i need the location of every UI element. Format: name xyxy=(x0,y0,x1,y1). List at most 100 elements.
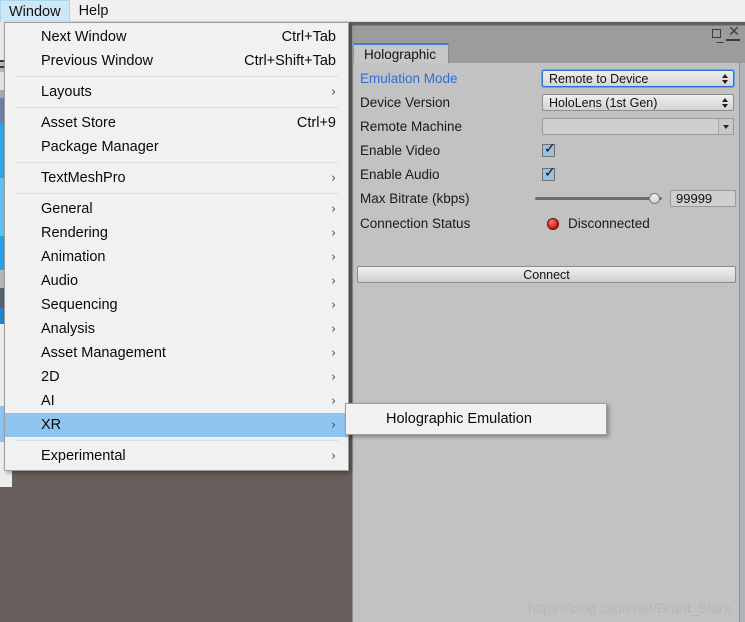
menu-item-label: Holographic Emulation xyxy=(386,411,532,427)
menu-separator xyxy=(15,76,338,77)
window-dropdown-menu: Next Window Ctrl+Tab Previous Window Ctrl+S… xyxy=(4,22,349,471)
menu-item-sequencing[interactable]: Sequencing › xyxy=(5,293,348,317)
menu-item-label: Asset Management xyxy=(41,345,166,361)
watermark: https://blog.csdn.net/Brant_Stark xyxy=(527,600,731,616)
inspector-body: Emulation Mode Remote to Device Device V… xyxy=(352,63,745,622)
check-icon: ✓ xyxy=(544,141,556,157)
menu-item-shortcut: Ctrl+Tab xyxy=(281,29,336,45)
input-remote-machine[interactable] xyxy=(542,118,734,135)
menu-item-experimental[interactable]: Experimental › xyxy=(5,444,348,468)
menu-item-label: Sequencing xyxy=(41,297,118,313)
submenu-item-holographic-emulation[interactable]: Holographic Emulation xyxy=(346,407,606,431)
label-enable-audio: Enable Audio xyxy=(360,167,440,182)
menu-item-next-window[interactable]: Next Window Ctrl+Tab xyxy=(5,25,348,49)
menu-item-label: Asset Store xyxy=(41,115,116,131)
menu-item-asset-store[interactable]: Asset Store Ctrl+9 xyxy=(5,111,348,135)
menu-item-label: Layouts xyxy=(41,84,92,100)
menu-separator xyxy=(15,440,338,441)
status-indicator-icon xyxy=(547,217,559,230)
window-titlebar: ✕ xyxy=(352,25,745,48)
updown-arrows-icon xyxy=(722,97,728,108)
tab-label: Holographic xyxy=(364,46,437,62)
menu-separator xyxy=(15,107,338,108)
label-connection-status: Connection Status xyxy=(360,216,471,231)
menubar-item-window[interactable]: Window xyxy=(0,0,70,22)
menu-item-label: Animation xyxy=(41,249,106,265)
menu-item-textmeshpro[interactable]: TextMeshPro › xyxy=(5,166,348,190)
row-max-bitrate: Max Bitrate (kbps) 99999 xyxy=(353,188,745,209)
menu-item-label: Package Manager xyxy=(41,139,159,155)
dropdown-device-version[interactable]: HoloLens (1st Gen) xyxy=(542,94,734,111)
input-max-bitrate[interactable]: 99999 xyxy=(670,190,736,207)
chevron-right-icon: › xyxy=(331,84,336,100)
close-icon[interactable]: ✕ xyxy=(728,25,740,39)
input-max-bitrate-value: 99999 xyxy=(676,191,713,206)
chevron-right-icon: › xyxy=(331,393,336,409)
screen-root: ✕ Holographic Emulation Mode Remote to D… xyxy=(0,0,745,622)
chevron-right-icon: › xyxy=(331,369,336,385)
row-connection-status: Connection Status Disconnected xyxy=(353,213,745,234)
chevron-right-icon: › xyxy=(331,297,336,313)
label-device-version: Device Version xyxy=(360,95,451,110)
menu-item-label: Experimental xyxy=(41,448,126,464)
menu-item-label: Next Window xyxy=(41,29,127,45)
menu-item-label: AI xyxy=(41,393,55,409)
dropdown-emulation-mode-value: Remote to Device xyxy=(549,71,649,86)
connect-button[interactable]: Connect xyxy=(357,266,736,283)
menu-item-animation[interactable]: Animation › xyxy=(5,245,348,269)
menu-item-audio[interactable]: Audio › xyxy=(5,269,348,293)
menu-item-shortcut: Ctrl+9 xyxy=(296,115,336,131)
menu-item-asset-management[interactable]: Asset Management › xyxy=(5,341,348,365)
menu-item-label: Rendering xyxy=(41,225,108,241)
label-remote-machine: Remote Machine xyxy=(360,119,463,134)
chevron-right-icon: › xyxy=(331,417,336,433)
menu-item-shortcut: Ctrl+Shift+Tab xyxy=(244,53,336,69)
chevron-down-icon[interactable] xyxy=(718,119,733,134)
chevron-right-icon: › xyxy=(331,273,336,289)
chevron-right-icon: › xyxy=(331,201,336,217)
menu-item-layouts[interactable]: Layouts › xyxy=(5,80,348,104)
row-device-version: Device Version HoloLens (1st Gen) xyxy=(353,92,745,113)
checkbox-enable-video[interactable]: ✓ xyxy=(542,141,556,157)
menu-item-package-manager[interactable]: Package Manager xyxy=(5,135,348,159)
menu-item-label: General xyxy=(41,201,93,217)
menubar-item-help[interactable]: Help xyxy=(70,0,118,22)
menu-item-ai[interactable]: AI › xyxy=(5,389,348,413)
tab-strip: Holographic xyxy=(352,43,745,63)
slider-max-bitrate[interactable]: 99999 xyxy=(535,190,736,207)
slider-track xyxy=(535,197,662,200)
menu-item-rendering[interactable]: Rendering › xyxy=(5,221,348,245)
menu-item-label: 2D xyxy=(41,369,60,385)
menu-item-2d[interactable]: 2D › xyxy=(5,365,348,389)
chevron-right-icon: › xyxy=(331,321,336,337)
chevron-right-icon: › xyxy=(331,170,336,186)
menubar: Window Help xyxy=(0,0,745,22)
menu-item-previous-window[interactable]: Previous Window Ctrl+Shift+Tab xyxy=(5,49,348,73)
menu-separator xyxy=(15,162,338,163)
label-enable-video: Enable Video xyxy=(360,143,441,158)
check-icon: ✓ xyxy=(544,165,556,181)
menu-item-label: TextMeshPro xyxy=(41,170,126,186)
row-emulation-mode: Emulation Mode Remote to Device xyxy=(353,68,745,89)
label-emulation-mode[interactable]: Emulation Mode xyxy=(360,71,458,86)
menu-item-label: Analysis xyxy=(41,321,95,337)
dropdown-emulation-mode[interactable]: Remote to Device xyxy=(542,70,734,87)
row-remote-machine: Remote Machine xyxy=(353,116,745,137)
vertical-scrollbar[interactable] xyxy=(739,63,745,622)
chevron-right-icon: › xyxy=(331,249,336,265)
updown-arrows-icon xyxy=(722,73,728,84)
maximize-icon[interactable] xyxy=(712,28,721,38)
checkbox-enable-audio[interactable]: ✓ xyxy=(542,165,556,181)
menu-item-label: Audio xyxy=(41,273,79,289)
chevron-right-icon: › xyxy=(331,225,336,241)
xr-submenu: Holographic Emulation xyxy=(345,403,607,435)
chevron-right-icon: › xyxy=(331,448,336,464)
window-controls: ✕ xyxy=(712,25,740,39)
menu-item-general[interactable]: General › xyxy=(5,197,348,221)
menubar-item-window-label: Window xyxy=(9,3,61,20)
menu-item-label: Previous Window xyxy=(41,53,154,69)
menu-item-xr[interactable]: XR › xyxy=(5,413,348,437)
tab-holographic[interactable]: Holographic xyxy=(354,43,450,63)
menu-item-analysis[interactable]: Analysis › xyxy=(5,317,348,341)
slider-handle[interactable] xyxy=(649,193,660,204)
